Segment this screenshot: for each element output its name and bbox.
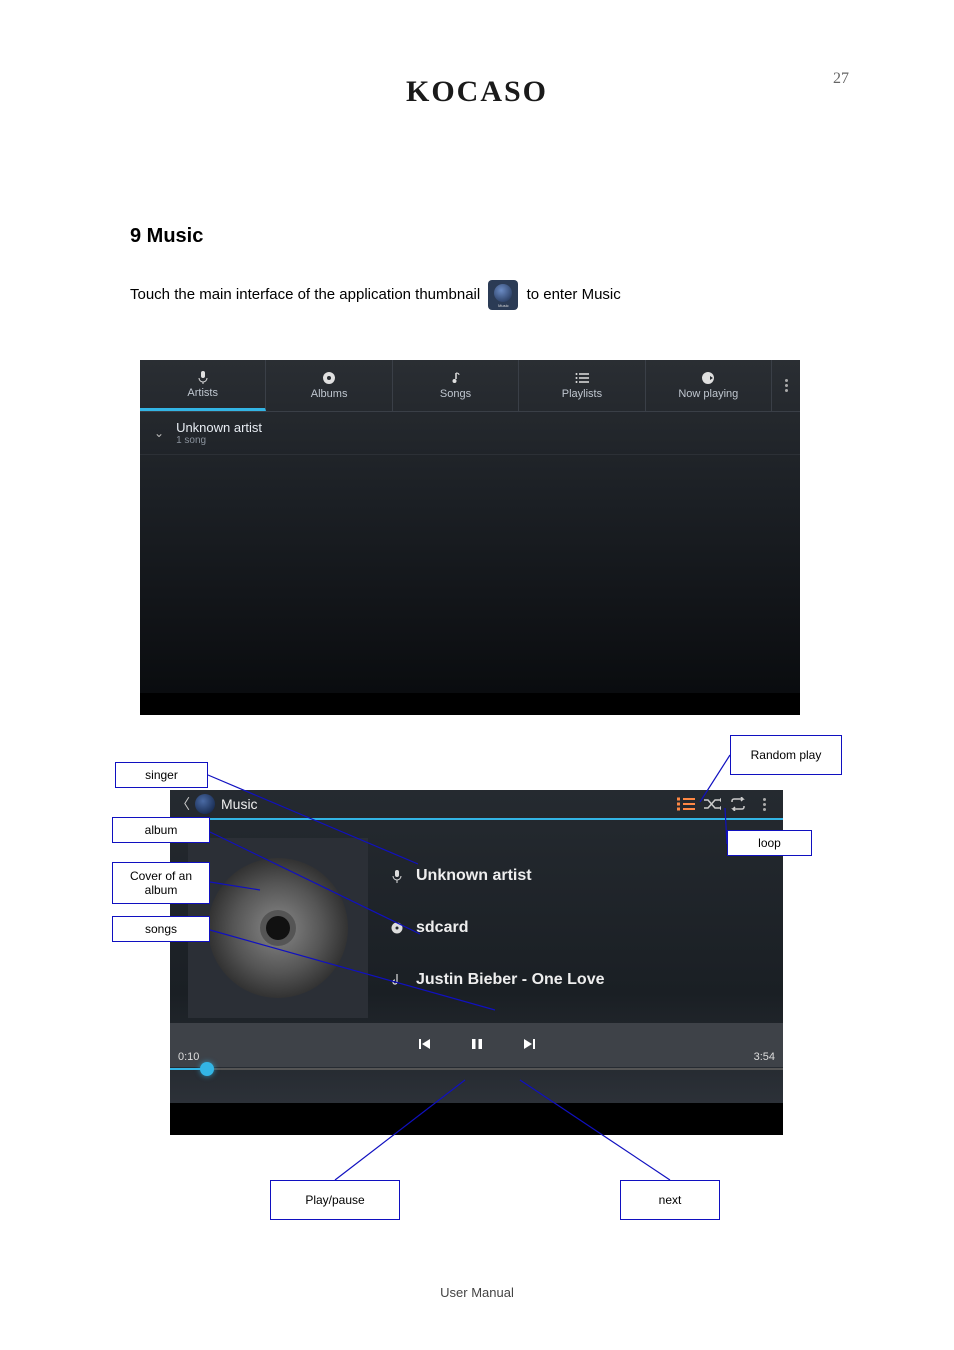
album-cover[interactable] xyxy=(188,838,368,1018)
elapsed-time: 0:10 xyxy=(178,1051,199,1063)
callout-play-pause-text: Play/pause xyxy=(305,1193,364,1207)
tab-playlists[interactable]: Playlists xyxy=(519,360,645,411)
callout-next: next xyxy=(620,1180,720,1220)
callout-songs: songs xyxy=(112,916,210,942)
tab-artists[interactable]: Artists xyxy=(140,360,266,411)
track-line[interactable]: Justin Bieber - One Love xyxy=(390,971,765,989)
tab-albums[interactable]: Albums xyxy=(266,360,392,411)
callout-next-text: next xyxy=(659,1193,682,1207)
brand-logo: KOCASO xyxy=(406,75,548,109)
tab-artists-label: Artists xyxy=(187,387,218,399)
seek-bar[interactable] xyxy=(170,1067,783,1071)
music-library-screenshot: Artists Albums Songs Playlists Now playi… xyxy=(140,360,800,715)
footer-text: User Manual xyxy=(440,1285,514,1300)
callout-cover: Cover of an album xyxy=(112,862,210,904)
artist-line[interactable]: Unknown artist xyxy=(390,867,765,885)
callout-play-pause: Play/pause xyxy=(270,1180,400,1220)
callout-loop: loop xyxy=(727,830,812,856)
treble-clef-icon xyxy=(390,973,404,987)
artist-icon xyxy=(196,370,210,384)
total-time: 3:54 xyxy=(754,1051,775,1063)
tab-now-playing[interactable]: Now playing xyxy=(646,360,772,411)
music-app-icon xyxy=(488,280,518,310)
back-button[interactable]: 〈 xyxy=(176,794,190,814)
section-heading: 9 Music xyxy=(130,225,203,248)
callout-random-play: Random play xyxy=(730,735,842,775)
playback-track: Justin Bieber - One Love xyxy=(416,971,604,989)
tab-songs-label: Songs xyxy=(440,388,471,400)
playlists-icon xyxy=(575,371,589,385)
page-number-top: 27 xyxy=(833,70,849,88)
mic-icon xyxy=(390,869,404,883)
queue-icon[interactable] xyxy=(673,791,699,817)
chevron-down-icon: ⌄ xyxy=(154,426,164,440)
action-bar: 〈 Music xyxy=(170,790,783,820)
library-tab-bar: Artists Albums Songs Playlists Now playi… xyxy=(140,360,800,412)
now-playing-icon xyxy=(701,371,715,385)
artist-name: Unknown artist xyxy=(176,420,262,435)
tab-playlists-label: Playlists xyxy=(562,388,602,400)
previous-button[interactable] xyxy=(418,1037,432,1054)
intro-text-a: Touch the main interface of the applicat… xyxy=(130,286,484,303)
intro-text-b: to enter Music xyxy=(527,286,621,303)
tab-songs[interactable]: Songs xyxy=(393,360,519,411)
callout-cover-text: Cover of an album xyxy=(119,869,203,897)
callout-album-text: album xyxy=(145,823,178,837)
album-icon xyxy=(322,371,336,385)
artist-row[interactable]: ⌄ Unknown artist 1 song xyxy=(140,412,800,455)
album-line[interactable]: sdcard xyxy=(390,919,765,937)
callout-singer: singer xyxy=(115,762,208,788)
artist-song-count: 1 song xyxy=(176,435,262,446)
intro-paragraph: Touch the main interface of the applicat… xyxy=(130,280,824,310)
playback-artist: Unknown artist xyxy=(416,867,532,885)
seek-thumb[interactable] xyxy=(200,1062,214,1076)
app-title: Music xyxy=(221,796,258,812)
songs-icon xyxy=(449,371,463,385)
overflow-menu-icon[interactable] xyxy=(772,360,800,411)
callout-songs-text: songs xyxy=(145,922,177,936)
play-pause-button[interactable] xyxy=(470,1037,484,1054)
callout-singer-text: singer xyxy=(145,768,178,782)
callout-album: album xyxy=(112,817,210,843)
callout-loop-text: loop xyxy=(758,836,781,850)
disc-icon xyxy=(390,921,404,935)
playback-album: sdcard xyxy=(416,919,468,937)
callout-random-text: Random play xyxy=(751,748,822,762)
next-button[interactable] xyxy=(522,1037,536,1054)
tab-now-playing-label: Now playing xyxy=(678,388,738,400)
playback-controls xyxy=(170,1023,783,1067)
shuffle-icon[interactable] xyxy=(699,791,725,817)
now-playing-screenshot: 〈 Music Unknown artist xyxy=(170,790,783,1135)
overflow-menu-icon-2[interactable] xyxy=(751,791,777,817)
tab-albums-label: Albums xyxy=(311,388,348,400)
music-app-icon-small xyxy=(195,794,215,814)
repeat-icon[interactable] xyxy=(725,791,751,817)
